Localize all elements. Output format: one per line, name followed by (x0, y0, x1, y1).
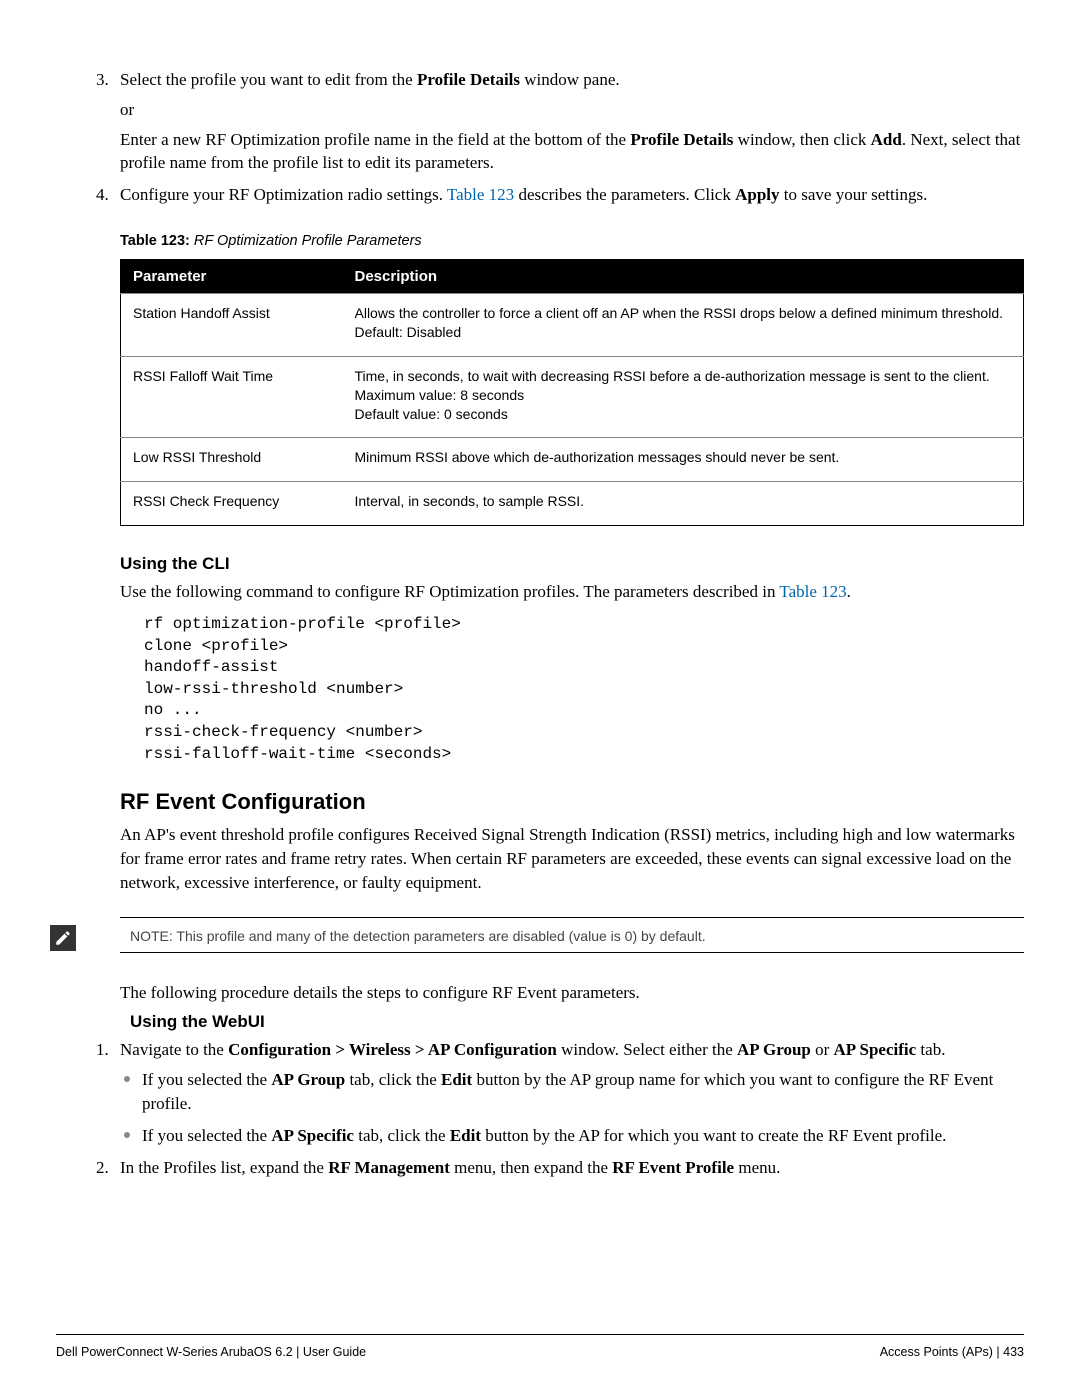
cli-intro: Use the following command to configure R… (120, 580, 1024, 604)
table-row: RSSI Check Frequency Interval, in second… (121, 482, 1024, 526)
webui-bullets: If you selected the AP Group tab, click … (142, 1068, 1024, 1147)
rf-event-heading: RF Event Configuration (120, 789, 1024, 815)
ordered-steps: Select the profile you want to edit from… (120, 68, 1024, 207)
step-3-or: or (120, 98, 1024, 122)
table-row: Low RSSI Threshold Minimum RSSI above wh… (121, 438, 1024, 482)
using-cli-heading: Using the CLI (120, 554, 1024, 574)
cell-param: Station Handoff Assist (121, 293, 343, 356)
cell-desc: Interval, in seconds, to sample RSSI. (343, 482, 1024, 526)
note-text: NOTE: This profile and many of the detec… (120, 918, 1024, 952)
table-caption: Table 123: RF Optimization Profile Param… (120, 233, 1024, 249)
step-3-alt: Enter a new RF Optimization profile name… (120, 128, 1024, 176)
th-description: Description (343, 259, 1024, 293)
cli-codeblock: rf optimization-profile <profile>clone <… (144, 614, 1024, 765)
using-webui-heading: Using the WebUI (130, 1012, 1024, 1032)
cell-desc: Time, in seconds, to wait with decreasin… (343, 356, 1024, 438)
pencil-icon (50, 925, 76, 951)
table-row: RSSI Falloff Wait Time Time, in seconds,… (121, 356, 1024, 438)
table-row: Station Handoff Assist Allows the contro… (121, 293, 1024, 356)
followup-text: The following procedure details the step… (120, 981, 1024, 1005)
cell-desc: Allows the controller to force a client … (343, 293, 1024, 356)
bullet-ap-group: If you selected the AP Group tab, click … (142, 1068, 1024, 1116)
webui-step-1: Navigate to the Configuration > Wireless… (120, 1038, 1024, 1147)
table-123: Parameter Description Station Handoff As… (120, 259, 1024, 526)
step-3: Select the profile you want to edit from… (120, 68, 1024, 175)
webui-steps: Navigate to the Configuration > Wireless… (120, 1038, 1024, 1179)
step-4: Configure your RF Optimization radio set… (120, 183, 1024, 207)
step-4-text: Configure your RF Optimization radio set… (120, 185, 927, 204)
footer-right: Access Points (APs) | 433 (880, 1345, 1024, 1359)
rf-event-intro: An AP's event threshold profile configur… (120, 823, 1024, 894)
footer-left: Dell PowerConnect W-Series ArubaOS 6.2 |… (56, 1345, 366, 1359)
table-123-link-2[interactable]: Table 123 (779, 582, 846, 601)
cell-param: Low RSSI Threshold (121, 438, 343, 482)
cell-param: RSSI Falloff Wait Time (121, 356, 343, 438)
note-block: NOTE: This profile and many of the detec… (120, 917, 1024, 953)
step-3-text: Select the profile you want to edit from… (120, 70, 620, 89)
footer: Dell PowerConnect W-Series ArubaOS 6.2 |… (56, 1334, 1024, 1359)
cell-desc: Minimum RSSI above which de-authorizatio… (343, 438, 1024, 482)
table-123-link[interactable]: Table 123 (447, 185, 514, 204)
webui-step-2: In the Profiles list, expand the RF Mana… (120, 1156, 1024, 1180)
cell-param: RSSI Check Frequency (121, 482, 343, 526)
th-parameter: Parameter (121, 259, 343, 293)
bullet-ap-specific: If you selected the AP Specific tab, cli… (142, 1124, 1024, 1148)
